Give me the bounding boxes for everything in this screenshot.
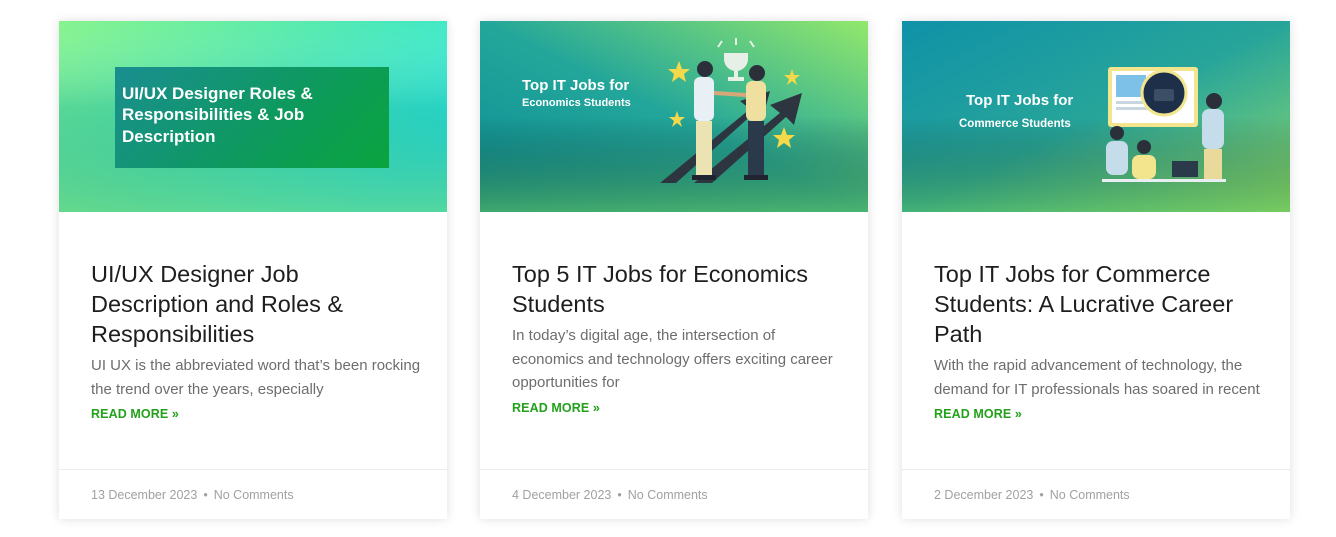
- thumbnail-title-line: UI/UX Designer Roles &: [122, 84, 313, 103]
- thumbnail-title: UI/UX Designer Roles & Responsibilities …: [122, 83, 362, 147]
- post-date: 13 December 2023: [91, 488, 198, 502]
- post-thumbnail-link[interactable]: Top IT Jobs for Commerce Students: [902, 21, 1290, 212]
- post-card: Top IT Jobs for Economics Students Top 5…: [480, 21, 868, 519]
- post-meta: 4 December 2023 • No Comments: [480, 469, 868, 519]
- read-more-link[interactable]: READ MORE »: [91, 407, 179, 421]
- post-thumbnail-link[interactable]: UI/UX Designer Roles & Responsibilities …: [59, 21, 447, 212]
- thumbnail-subtitle: Commerce Students: [959, 118, 1071, 130]
- thumbnail-title-line: Description: [122, 126, 216, 146]
- post-meta: 2 December 2023 • No Comments: [902, 469, 1290, 519]
- post-date: 4 December 2023: [512, 488, 612, 502]
- meta-separator: •: [617, 488, 622, 502]
- post-body: Top 5 IT Jobs for Economics Students In …: [512, 259, 842, 417]
- thumbnail-subtitle: Economics Students: [522, 97, 631, 109]
- post-body: Top IT Jobs for Commerce Students: A Luc…: [934, 259, 1264, 423]
- read-more-link[interactable]: READ MORE »: [934, 407, 1022, 421]
- post-title-link[interactable]: Top IT Jobs for Commerce Students: A Luc…: [934, 259, 1264, 349]
- thumbnail-title-line: Responsibilities & Job: [122, 105, 305, 125]
- post-card: UI/UX Designer Roles & Responsibilities …: [59, 21, 447, 519]
- post-date: 2 December 2023: [934, 488, 1034, 502]
- meta-separator: •: [203, 488, 208, 502]
- post-excerpt: UI UX is the abbreviated word that’s bee…: [91, 357, 421, 398]
- comments-link[interactable]: No Comments: [214, 488, 294, 502]
- comments-link[interactable]: No Comments: [1050, 488, 1130, 502]
- post-title-link[interactable]: UI/UX Designer Job Description and Roles…: [91, 259, 421, 349]
- post-card: Top IT Jobs for Commerce Students Top IT…: [902, 21, 1290, 519]
- post-excerpt: In today’s digital age, the intersection…: [512, 327, 833, 391]
- post-thumbnail-link[interactable]: Top IT Jobs for Economics Students: [480, 21, 868, 212]
- comments-link[interactable]: No Comments: [628, 488, 708, 502]
- thumbnail-title: Top IT Jobs for: [966, 92, 1074, 109]
- post-meta: 13 December 2023 • No Comments: [59, 469, 447, 519]
- read-more-link[interactable]: READ MORE »: [512, 401, 600, 415]
- post-thumbnail-image: [480, 21, 868, 212]
- meta-separator: •: [1039, 488, 1044, 502]
- post-body: UI/UX Designer Job Description and Roles…: [91, 259, 421, 423]
- post-excerpt: With the rapid advancement of technology…: [934, 357, 1260, 398]
- thumbnail-title: Top IT Jobs for: [522, 77, 630, 94]
- post-title-link[interactable]: Top 5 IT Jobs for Economics Students: [512, 259, 842, 319]
